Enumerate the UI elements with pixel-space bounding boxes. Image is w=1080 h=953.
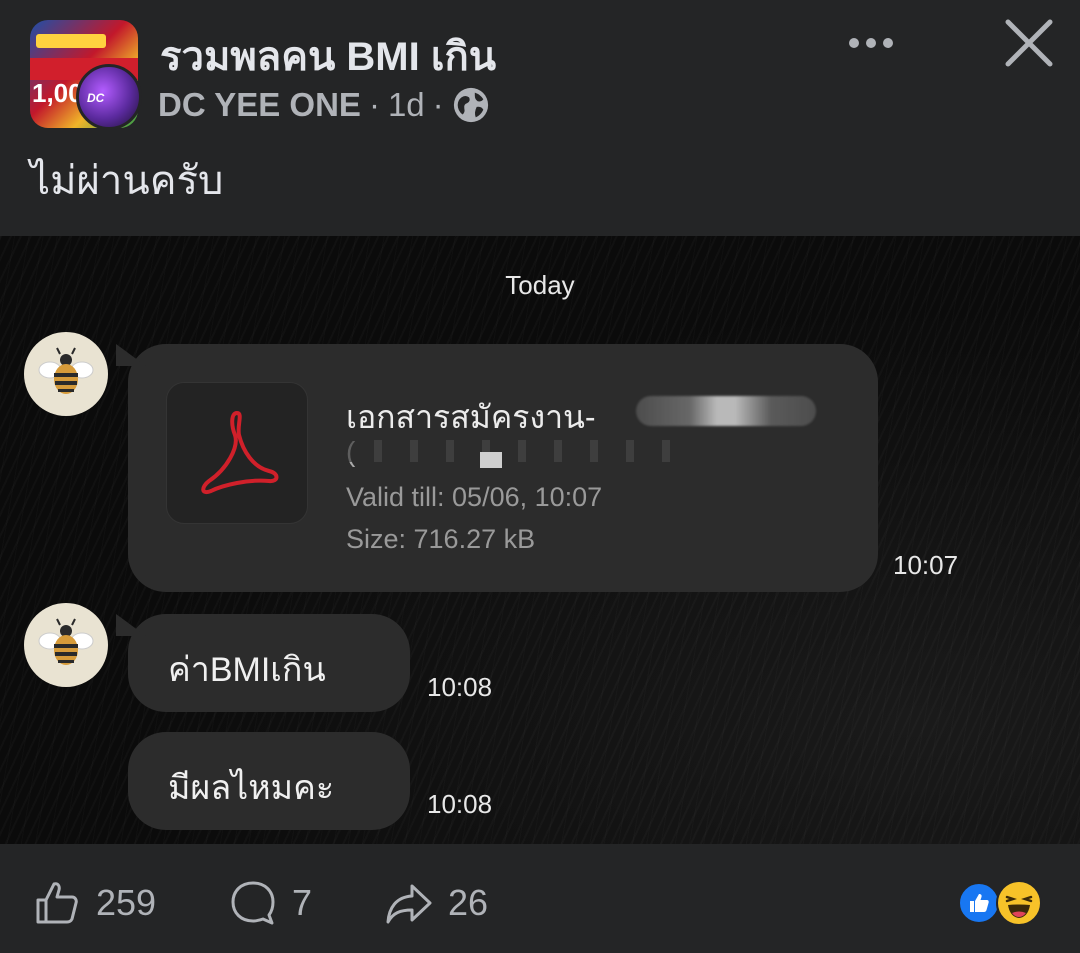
bee-icon <box>38 618 94 665</box>
like-button[interactable]: 259 <box>32 878 156 928</box>
user-avatar-text: DC <box>87 91 105 105</box>
text-message-bubble[interactable]: มีผลไหมคะ <box>128 732 410 830</box>
message-time: 10:07 <box>893 550 959 580</box>
bubble-tail <box>116 344 146 366</box>
message-time: 10:08 <box>427 672 493 702</box>
haha-reaction-icon <box>996 880 1042 926</box>
reactions-summary[interactable] <box>958 880 1048 926</box>
post-time[interactable]: 1d <box>388 86 425 124</box>
file-thumbnail <box>166 382 308 524</box>
message-time: 10:08 <box>427 789 493 819</box>
redacted-text <box>636 396 816 426</box>
text-message-bubble[interactable]: ค่าBMIเกิน <box>128 614 410 712</box>
bubble-tail <box>116 614 146 636</box>
post-text: ไม่ผ่านครับ <box>30 159 224 203</box>
thumbs-up-icon <box>36 882 78 924</box>
author-name[interactable]: DC YEE ONE <box>158 86 361 124</box>
file-message-bubble[interactable]: เอกสารสมัครงาน- ( Valid till: 05/06, 10:… <box>128 344 878 592</box>
sender-avatar <box>24 332 108 416</box>
group-avatar-banner <box>36 34 106 48</box>
redacted-text <box>346 440 676 462</box>
user-avatar[interactable]: DC <box>76 64 142 130</box>
thumbs-up-icon <box>970 894 989 912</box>
share-count: 26 <box>448 882 489 923</box>
globe-icon <box>453 87 488 123</box>
dot-icon <box>866 38 876 48</box>
file-size: Size: 716.27 kB <box>346 524 536 554</box>
more-options-button[interactable] <box>842 26 900 60</box>
share-button[interactable]: 26 <box>384 878 488 928</box>
date-divider: Today <box>505 270 575 300</box>
like-reaction-icon <box>958 882 1000 924</box>
meta-separator: · <box>368 86 380 123</box>
laughing-face-icon <box>1005 895 1033 918</box>
share-icon <box>386 884 432 924</box>
pdf-icon <box>201 411 279 494</box>
post-image[interactable]: Today เอกสารสมัครงาน- ( Valid till: 05/0… <box>0 236 1080 844</box>
post-actions: 259 7 26 <box>0 844 1080 953</box>
sender-avatar <box>24 603 108 687</box>
message-text: มีผลไหมคะ <box>168 769 335 807</box>
message-text: ค่าBMIเกิน <box>168 651 326 689</box>
post-meta: DC YEE ONE · 1d · <box>158 86 490 124</box>
dot-icon <box>883 38 893 48</box>
dot-icon <box>849 38 859 48</box>
redacted-text <box>480 452 502 468</box>
meta-separator-2: · <box>432 86 444 123</box>
file-valid-till: Valid till: 05/06, 10:07 <box>346 482 603 512</box>
comment-count: 7 <box>292 882 313 923</box>
comment-button[interactable]: 7 <box>228 878 312 928</box>
close-icon[interactable] <box>1000 14 1058 72</box>
bee-icon <box>38 347 94 394</box>
group-name[interactable]: รวมพลคน BMI เกิน <box>160 24 496 88</box>
file-name: เอกสารสมัครงาน- <box>346 399 596 435</box>
comment-icon <box>231 881 275 925</box>
like-count: 259 <box>96 882 157 923</box>
post-header: 1,000 DC รวมพลคน BMI เกิน DC YEE ONE · 1… <box>0 0 1080 235</box>
